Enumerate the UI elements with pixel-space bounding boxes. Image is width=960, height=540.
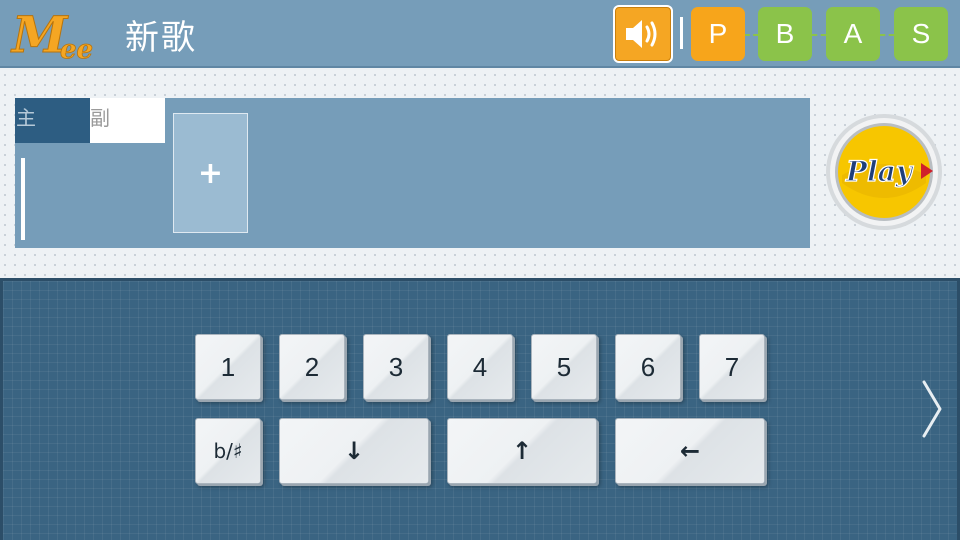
sound-toggle-button[interactable]	[613, 5, 673, 63]
input-cursor	[21, 158, 25, 240]
backspace-key[interactable]: ←	[615, 418, 765, 484]
add-measure-button[interactable]: +	[173, 113, 248, 233]
chevron-right-icon[interactable]	[918, 378, 946, 440]
svg-text:ee: ee	[60, 35, 93, 62]
flat-sharp-key[interactable]: b/♯	[195, 418, 261, 484]
app-header: M ee 新歌 P B A S	[0, 0, 960, 68]
level-connector	[812, 34, 826, 36]
octave-up-key[interactable]: ↑	[447, 418, 597, 484]
song-editor: 主 副 + Play	[0, 70, 960, 278]
level-s-button[interactable]: S	[894, 7, 948, 61]
note-track: 主 副 +	[15, 98, 810, 248]
mee-logo: M ee	[10, 5, 93, 63]
note-keyboard	[0, 278, 960, 540]
level-p-button[interactable]: P	[691, 7, 745, 61]
key-5[interactable]: 5	[531, 334, 597, 400]
level-connector	[880, 34, 894, 36]
key-7[interactable]: 7	[699, 334, 765, 400]
key-3[interactable]: 3	[363, 334, 429, 400]
level-a-button[interactable]: A	[826, 7, 880, 61]
key-1[interactable]: 1	[195, 334, 261, 400]
level-b-button[interactable]: B	[758, 7, 812, 61]
tab-sub[interactable]: 副	[90, 98, 165, 143]
key-2[interactable]: 2	[279, 334, 345, 400]
level-connector	[745, 34, 758, 36]
play-button[interactable]: Play	[825, 113, 943, 231]
tab-main[interactable]: 主	[15, 98, 90, 143]
octave-down-key[interactable]: ↓	[279, 418, 429, 484]
play-label: Play	[845, 155, 914, 188]
header-divider	[680, 17, 683, 49]
page-title: 新歌	[125, 18, 197, 58]
speaker-on-icon	[626, 20, 657, 48]
key-4[interactable]: 4	[447, 334, 513, 400]
key-6[interactable]: 6	[615, 334, 681, 400]
